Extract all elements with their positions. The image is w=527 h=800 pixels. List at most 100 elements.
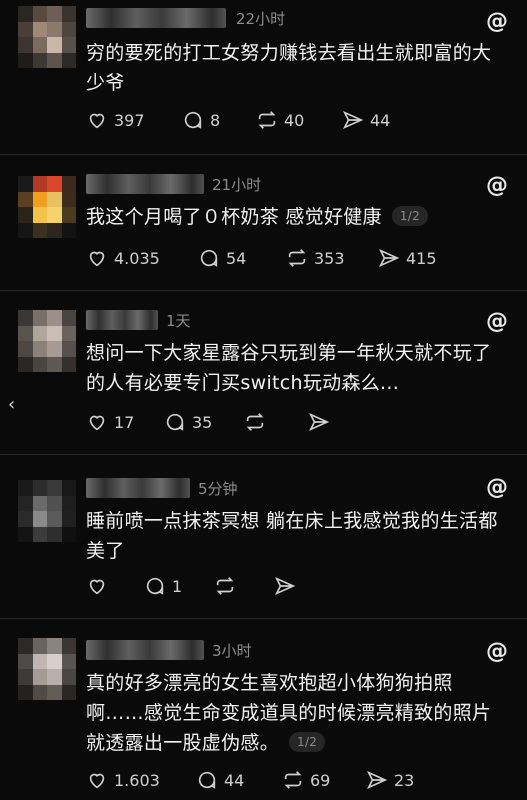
- reply-button[interactable]: 8: [182, 106, 220, 134]
- heart-icon: [89, 773, 105, 789]
- post-divider: [0, 154, 527, 155]
- avatar[interactable]: [18, 6, 76, 68]
- comment-icon: [198, 771, 216, 789]
- share-count: 23: [394, 770, 415, 790]
- post-text: 我这个月喝了０杯奶茶 感觉好健康 1/2: [86, 202, 506, 232]
- comment-icon: [166, 413, 184, 431]
- comment-icon: [184, 111, 202, 129]
- share-button[interactable]: 23: [366, 766, 414, 794]
- avatar[interactable]: [18, 638, 76, 700]
- avatar[interactable]: [18, 480, 76, 542]
- repost-count: 69: [310, 770, 331, 790]
- repost-count: 40: [284, 110, 305, 130]
- username-blurred[interactable]: [86, 310, 158, 330]
- like-count: 1.603: [114, 770, 160, 790]
- repost-icon: [246, 413, 264, 431]
- avatar[interactable]: [18, 176, 76, 238]
- post-card[interactable]: 5分钟 @ 睡前喷一点抹茶冥想 躺在床上我感觉我的生活都美了 1: [0, 460, 527, 610]
- reply-button[interactable]: 54: [198, 244, 246, 272]
- heart-icon: [89, 251, 105, 267]
- post-card[interactable]: 21小时 @ 我这个月喝了０杯奶茶 感觉好健康 1/2 4.035 54 353 …: [0, 160, 527, 288]
- post-text: 真的好多漂亮的女生喜欢抱超小体狗狗拍照啊……感觉生命变成道具的时候漂亮精致的照片…: [86, 668, 506, 758]
- post-time: 5分钟: [198, 480, 238, 498]
- post-actions: 1.603 44 69 23: [86, 766, 506, 794]
- share-button[interactable]: 44: [342, 106, 390, 134]
- threads-logo-icon[interactable]: @: [485, 476, 509, 500]
- post-time: 3小时: [212, 642, 252, 660]
- like-button[interactable]: 1.603: [86, 766, 160, 794]
- repost-button[interactable]: [214, 572, 236, 600]
- like-count: 17: [114, 412, 135, 432]
- chevron-left-icon[interactable]: ‹: [8, 395, 24, 415]
- threads-logo-icon[interactable]: @: [485, 640, 509, 664]
- like-button[interactable]: 4.035: [86, 244, 160, 272]
- like-count: 4.035: [114, 248, 160, 268]
- send-icon: [378, 248, 400, 268]
- share-count: 44: [370, 110, 391, 130]
- repost-icon: [258, 111, 276, 129]
- post-card[interactable]: 3小时 @ 真的好多漂亮的女生喜欢抱超小体狗狗拍照啊……感觉生命变成道具的时候漂…: [0, 624, 527, 800]
- repost-button[interactable]: 40: [256, 106, 304, 134]
- post-text-content: 我这个月喝了０杯奶茶 感觉好健康: [86, 206, 382, 228]
- reply-count: 44: [224, 770, 245, 790]
- threads-logo-icon[interactable]: @: [485, 310, 509, 334]
- post-divider: [0, 618, 527, 619]
- repost-button[interactable]: 69: [282, 766, 330, 794]
- post-text: 想问一下大家星露谷只玩到第一年秋天就不玩了的人有必要专门买switch玩动森么.…: [86, 338, 506, 398]
- post-time: 1天: [166, 312, 191, 330]
- post-actions: 1: [86, 572, 506, 600]
- username-blurred[interactable]: [86, 8, 226, 28]
- username-blurred[interactable]: [86, 174, 204, 194]
- like-button[interactable]: 397: [86, 106, 145, 134]
- post-text-content: 想问一下大家星露谷只玩到第一年秋天就不玩了的人有必要专门买switch玩动森么.…: [86, 342, 492, 394]
- post-actions: 4.035 54 353 415: [86, 244, 506, 272]
- post-card[interactable]: 1天 @ 想问一下大家星露谷只玩到第一年秋天就不玩了的人有必要专门买switch…: [0, 296, 527, 446]
- reply-button[interactable]: 1: [144, 572, 182, 600]
- repost-icon: [216, 577, 234, 595]
- repost-button[interactable]: [244, 408, 266, 436]
- page-indicator: 1/2: [391, 206, 429, 226]
- share-button[interactable]: [274, 572, 296, 600]
- reply-count: 54: [226, 248, 247, 268]
- post-text-content: 穷的要死的打工女努力赚钱去看出生就即富的大少爷: [86, 42, 492, 94]
- heart-icon: [89, 579, 105, 595]
- avatar[interactable]: [18, 310, 76, 372]
- repost-icon: [284, 771, 302, 789]
- reply-count: 35: [192, 412, 213, 432]
- share-button[interactable]: [308, 408, 330, 436]
- like-count: 397: [114, 110, 145, 130]
- repost-button[interactable]: 353: [286, 244, 345, 272]
- reply-count: 1: [172, 576, 183, 596]
- heart-icon: [89, 113, 105, 129]
- reply-button[interactable]: 35: [164, 408, 212, 436]
- send-icon: [274, 576, 296, 596]
- reply-button[interactable]: 44: [196, 766, 244, 794]
- post-actions: 17 35: [86, 408, 506, 436]
- post-time: 22小时: [236, 10, 286, 28]
- threads-logo-icon[interactable]: @: [485, 174, 509, 198]
- post-card[interactable]: 22小时 @ 穷的要死的打工女努力赚钱去看出生就即富的大少爷 397 8 40 …: [0, 0, 527, 150]
- comment-icon: [146, 577, 164, 595]
- heart-icon: [89, 415, 105, 431]
- page-indicator: 1/2: [289, 732, 326, 752]
- like-button[interactable]: 17: [86, 408, 134, 436]
- post-text: 穷的要死的打工女努力赚钱去看出生就即富的大少爷: [86, 38, 506, 98]
- send-icon: [366, 770, 388, 790]
- repost-icon: [288, 249, 306, 267]
- like-button[interactable]: [86, 572, 108, 600]
- share-button[interactable]: 415: [378, 244, 437, 272]
- post-text: 睡前喷一点抹茶冥想 躺在床上我感觉我的生活都美了: [86, 506, 506, 566]
- send-icon: [308, 412, 330, 432]
- post-divider: [0, 454, 527, 455]
- post-actions: 397 8 40 44: [86, 106, 506, 134]
- share-count: 415: [406, 248, 437, 268]
- threads-logo-icon[interactable]: @: [485, 10, 509, 34]
- comment-icon: [200, 249, 218, 267]
- post-divider: [0, 290, 527, 291]
- post-text-content: 睡前喷一点抹茶冥想 躺在床上我感觉我的生活都美了: [86, 510, 498, 562]
- repost-count: 353: [314, 248, 345, 268]
- reply-count: 8: [210, 110, 221, 130]
- username-blurred[interactable]: [86, 640, 204, 660]
- username-blurred[interactable]: [86, 478, 190, 498]
- send-icon: [342, 110, 364, 130]
